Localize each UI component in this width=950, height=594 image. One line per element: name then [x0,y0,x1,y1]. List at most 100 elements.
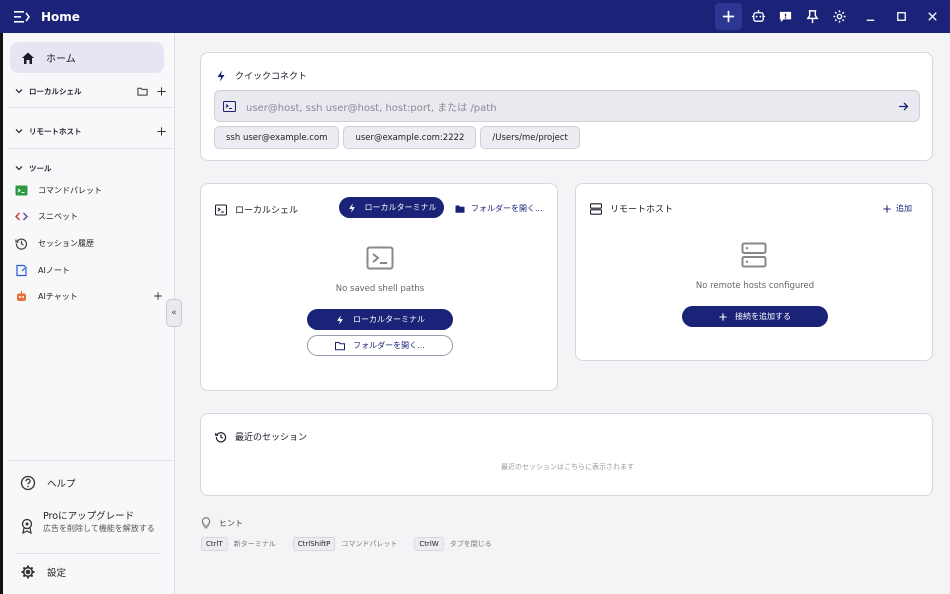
menu-toggle-icon[interactable] [14,10,30,24]
chevron-down-icon [15,89,23,94]
quick-connect-suggestions: ssh user@example.com user@example.com:22… [214,126,584,149]
divider [15,553,159,554]
recent-sessions-title: 最近のセッション [235,433,308,443]
settings-button[interactable] [826,3,853,30]
upgrade-button[interactable]: Proにアップグレード 広告を削除して機能を解放する [20,508,160,535]
help-label: ヘルプ [47,479,76,490]
pin-button[interactable] [799,3,826,30]
settings-nav-button[interactable]: 設定 [20,564,66,580]
settings-label: 設定 [47,568,67,579]
ai-assistant-button[interactable] [745,3,772,30]
plus-icon [719,312,727,321]
folder-icon[interactable] [137,86,148,97]
robot-icon [751,9,766,22]
maximize-icon [897,12,906,21]
sidebar-item-command-palette[interactable]: コマンドパレット [15,182,163,198]
sidebar-collapse-handle[interactable]: « [166,299,182,327]
quick-connect-card: クイックコネクト user@host, ssh user@host, host:… [200,52,933,161]
hints-section: ヒント [201,517,243,529]
minimize-button[interactable] [857,3,884,30]
hints-title: ヒント [219,518,243,528]
award-icon [21,518,33,534]
help-button[interactable]: ヘルプ [20,475,76,491]
section-local-shell[interactable]: ローカルシェル [15,83,167,99]
recent-sessions-header: 最近のセッション [215,430,307,443]
local-terminal-button[interactable]: ローカルターミナル [339,197,444,218]
add-remote-host-icon[interactable] [156,126,167,137]
history-icon [215,431,227,442]
shortcut-key: CtrlT [201,537,228,551]
window-title: Home [41,9,80,24]
sidebar-item-label: ホーム [46,54,76,65]
gear-icon [21,565,35,579]
title-bar: Home [0,0,950,33]
arrow-right-icon[interactable] [898,101,909,112]
link-label: 追加 [896,204,912,213]
terminal-icon [15,185,28,195]
section-label: ローカルシェル [29,86,82,96]
suggestion-chip[interactable]: ssh user@example.com [214,126,340,149]
lightning-icon [348,202,355,213]
chat-alert-icon [779,11,792,23]
sidebar-item-ai-chat[interactable]: AIチャット [15,288,163,304]
local-shell-card: ローカルシェル ローカルターミナル フォルダーを開く... No saved s… [200,183,558,391]
suggestion-chip[interactable]: /Users/me/project [480,126,580,149]
robot-icon [17,290,26,301]
terminal-icon [366,246,394,270]
server-icon [590,202,602,215]
button-label: フォルダーを開く... [353,341,425,350]
tool-label: AIチャット [38,291,78,301]
local-shell-empty-text: No saved shell paths [335,284,425,294]
shortcut-label: コマンドパレット [341,540,398,548]
button-label: ローカルターミナル [353,315,425,324]
suggestion-chip[interactable]: user@example.com:2222 [343,126,477,149]
remote-hosts-header: リモートホスト [590,202,673,215]
pin-icon [806,10,819,24]
upgrade-title: Proにアップグレード [43,511,135,522]
add-local-shell-icon[interactable] [156,86,167,97]
shortcut-hints: CtrlT 新ターミナル CtrlShiftP コマンドパレット CtrlW タ… [201,537,509,551]
history-icon [15,238,28,250]
plus-icon [883,204,891,213]
quick-connect-input[interactable]: user@host, ssh user@host, host:port, または… [214,90,920,122]
sidebar-item-ai-notes[interactable]: AIノート [15,262,163,278]
add-remote-host-link[interactable]: 追加 [883,203,912,214]
tool-label: スニペット [38,211,78,221]
section-tools[interactable]: ツール [15,160,167,176]
remote-hosts-card: リモートホスト 追加 No remote hosts configured 接続… [575,183,933,361]
sidebar-item-home[interactable]: ホーム [10,42,164,73]
sidebar-item-snippets[interactable]: スニペット [15,208,163,224]
close-window-button[interactable] [919,3,946,30]
link-label: フォルダーを開く... [471,204,543,213]
quick-connect-title: クイックコネクト [235,72,308,82]
local-terminal-button-secondary[interactable]: ローカルターミナル [307,309,453,330]
quick-connect-placeholder: user@host, ssh user@host, host:port, または… [246,102,497,114]
minimize-icon [866,19,875,21]
maximize-button[interactable] [888,3,915,30]
feedback-button[interactable] [772,3,799,30]
new-tab-button[interactable] [715,3,742,30]
upgrade-description: 広告を削除して機能を解放する [43,524,155,533]
recent-sessions-card: 最近のセッション 最近のセッションはこちらに表示されます [200,413,933,496]
remote-hosts-title: リモートホスト [610,205,674,215]
lightbulb-icon [201,517,211,529]
shortcut-label: 新ターミナル [233,540,276,548]
recent-sessions-empty-text: 最近のセッションはこちらに表示されます [501,463,634,471]
shortcut-key: CtrlShiftP [292,537,336,551]
notes-icon [16,264,27,276]
sidebar: ホーム ローカルシェル リモートホスト ツール コマンドパレット スニペット セ… [0,33,175,594]
add-connection-button[interactable]: 接続を追加する [682,306,828,327]
divider [8,460,172,461]
lightning-icon [217,70,225,81]
quick-connect-header: クイックコネクト [215,69,307,82]
section-label: リモートホスト [29,126,82,136]
divider [8,148,172,149]
chevron-down-icon [15,129,23,134]
section-remote-hosts[interactable]: リモートホスト [15,123,167,139]
home-icon [22,52,34,64]
add-ai-chat-icon[interactable] [153,291,163,301]
open-folder-link[interactable]: フォルダーを開く... [455,203,543,214]
open-folder-button[interactable]: フォルダーを開く... [307,335,453,356]
sidebar-item-session-history[interactable]: セッション履歴 [15,235,163,251]
section-label: ツール [29,163,52,173]
